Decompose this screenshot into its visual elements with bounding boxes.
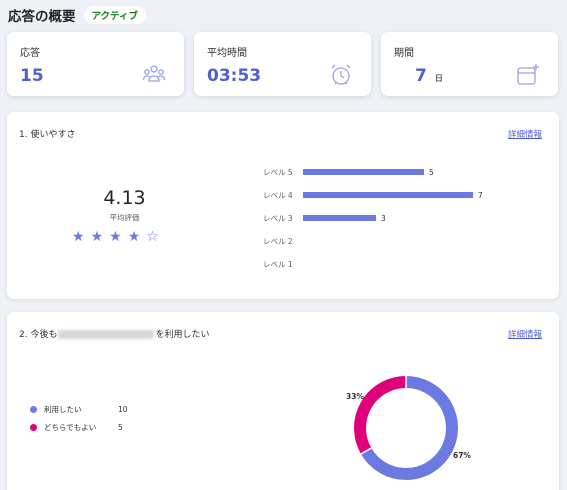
donut-percent-label: 33% (346, 392, 364, 401)
legend-count: 10 (118, 404, 128, 414)
question-title-prefix: 2. 今後も (19, 330, 58, 340)
header: 応答の概要 アクティブ (8, 4, 146, 26)
legend-dot (30, 405, 37, 413)
question-title: 2. 今後も を利用したい (19, 327, 209, 340)
rating-stars: ★ ★ ★ ★ ☆ (72, 230, 159, 244)
people-icon (142, 65, 166, 82)
period-value: 7日 (415, 66, 443, 86)
legend-item: どちらでもよい 5 (30, 421, 123, 433)
rating-count: 3 (381, 213, 386, 223)
calendar-sparkle-icon (517, 64, 539, 85)
period-number: 7 (415, 66, 427, 86)
donut-chart (354, 375, 458, 480)
page-title: 応答の概要 (8, 9, 76, 25)
rating-bar-row: レベル 4 7 (263, 189, 483, 201)
average-time-label: 平均時間 (207, 48, 247, 59)
donut-percent-label: 67% (453, 451, 471, 460)
donut-slice (354, 376, 407, 454)
rating-level-label: レベル 3 (263, 213, 293, 223)
legend-count: 5 (118, 422, 123, 432)
star-filled-icon: ★ (72, 229, 85, 245)
rating-level-label: レベル 2 (263, 236, 293, 246)
rating-bar (303, 169, 424, 175)
average-time-card: 平均時間 03:53 (194, 32, 371, 96)
rating-level-label: レベル 4 (263, 190, 293, 200)
rating-bar-row: レベル 2 (263, 235, 303, 247)
star-filled-icon: ★ (127, 229, 141, 245)
alarm-clock-icon (331, 64, 351, 85)
rating-bar-row: レベル 5 5 (263, 166, 434, 178)
responses-value: 15 (20, 66, 44, 86)
star-filled-icon: ★ (90, 229, 104, 245)
rating-count: 7 (478, 190, 483, 200)
legend-label: どちらでもよい (44, 422, 97, 432)
status-badge: アクティブ (83, 6, 146, 24)
details-link[interactable]: 詳細情報 (508, 328, 542, 340)
rating-count: 5 (429, 167, 434, 177)
average-time-value: 03:53 (207, 66, 262, 86)
rating-bar (303, 215, 376, 221)
average-rating-label: 平均評価 (109, 213, 140, 222)
rating-bar-row: レベル 1 (263, 258, 303, 270)
usability-card: 1. 使いやすさ 詳細情報 4.13 平均評価 ★ ★ ★ ★ ☆ レベル 5 5 レベル … (7, 112, 559, 299)
rating-bar (303, 192, 473, 198)
reuse-intent-card: 2. 今後も を利用したい 詳細情報 利用したい 10 どちらでもよい 5 67% 33% (7, 312, 559, 490)
legend-dot (30, 423, 37, 431)
star-filled-icon: ★ (109, 229, 122, 245)
details-link[interactable]: 詳細情報 (508, 128, 542, 140)
rating-level-label: レベル 1 (263, 259, 293, 269)
legend-item: 利用したい 10 (30, 403, 128, 415)
period-card: 期間 7日 (381, 32, 558, 96)
legend-label: 利用したい (44, 404, 82, 414)
star-empty-icon: ☆ (146, 229, 159, 245)
average-rating: 4.13 (103, 187, 146, 209)
responses-card: 応答 15 (7, 32, 184, 96)
rating-bar-row: レベル 3 3 (263, 212, 386, 224)
redacted-text (58, 330, 155, 339)
question-title: 1. 使いやすさ (19, 130, 76, 140)
period-label: 期間 (394, 48, 414, 59)
question-title-suffix: を利用したい (155, 330, 210, 340)
rating-level-label: レベル 5 (263, 167, 293, 177)
responses-label: 応答 (20, 48, 40, 59)
period-unit: 日 (434, 74, 443, 83)
